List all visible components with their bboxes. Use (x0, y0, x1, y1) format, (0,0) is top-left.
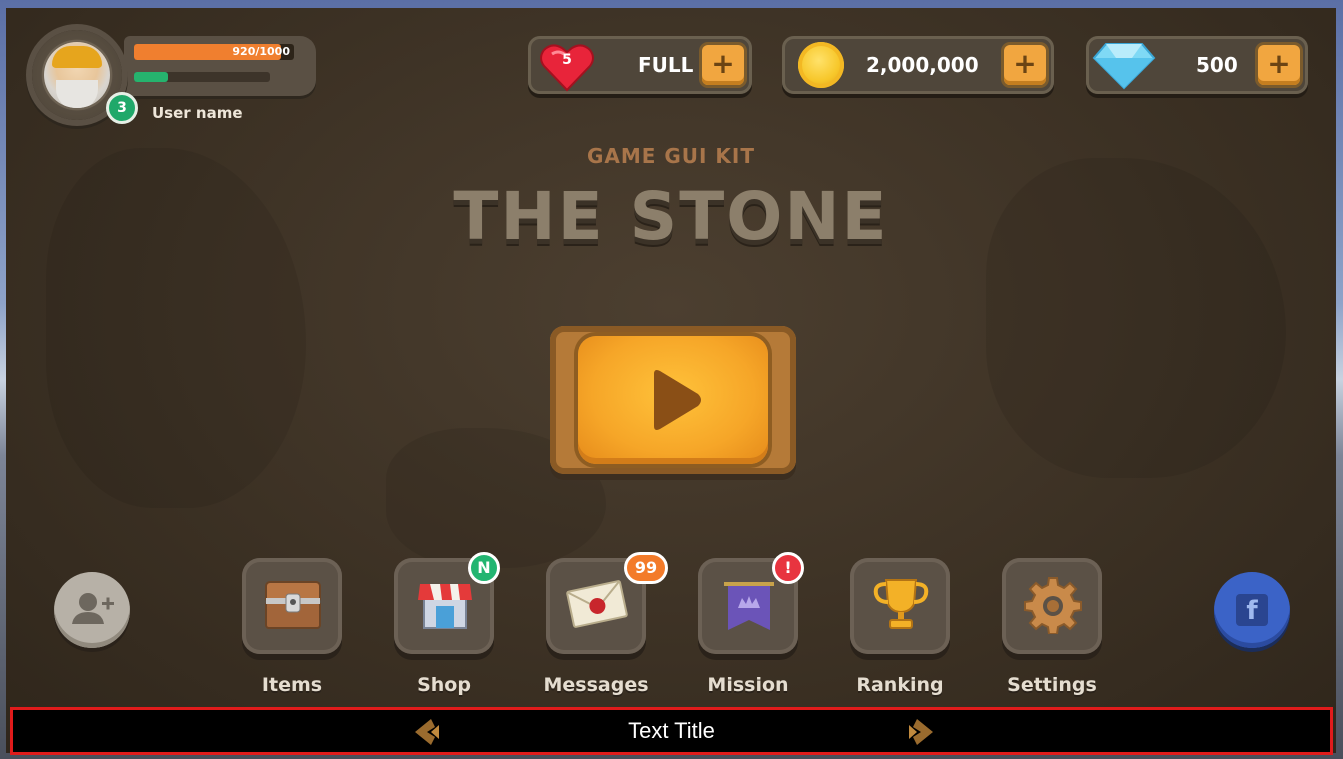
add-user-icon (72, 593, 114, 624)
play-button[interactable] (578, 336, 768, 464)
viking-avatar-icon (44, 42, 110, 108)
add-friend-button[interactable] (54, 572, 130, 648)
shop-icon (418, 584, 472, 629)
items-label: Items (261, 674, 323, 696)
xp-panel: 920/1000 (124, 36, 316, 96)
lives-count: 5 (562, 52, 572, 68)
settings-label: Settings (1007, 674, 1097, 696)
add-lives-button[interactable]: + (702, 45, 744, 85)
game-screen: 920/1000 3 User name 5 FULL + 2,000,000 … (6, 8, 1336, 753)
xp-bar: 920/1000 (134, 44, 294, 60)
kit-subtitle: GAME GUI KIT (586, 144, 756, 168)
level-badge: 3 (106, 92, 138, 124)
settings-tile[interactable] (1002, 558, 1102, 654)
lives-status: FULL (638, 53, 694, 77)
gems-value: 500 (1196, 53, 1238, 77)
diamond-icon (1092, 40, 1156, 90)
bar-title: Text Title (628, 718, 715, 743)
messages-label: Messages (543, 674, 649, 696)
next-arrow-icon[interactable] (905, 717, 939, 747)
envelope-icon (566, 580, 628, 628)
heart-gem-icon: 5 (538, 40, 596, 92)
add-gems-button[interactable]: + (1258, 45, 1300, 85)
facebook-button[interactable]: f (1214, 572, 1290, 648)
ranking-tile[interactable] (850, 558, 950, 654)
bottom-nav-bar: Text Title (10, 707, 1333, 755)
secondary-bar-fill (134, 72, 168, 82)
coins-panel: 2,000,000 + (782, 36, 1054, 94)
treasure-chest-icon (265, 581, 321, 629)
shop-new-badge: N (468, 552, 500, 584)
xp-text: 920/1000 (232, 45, 290, 58)
mission-label: Mission (707, 674, 789, 696)
play-icon (654, 370, 701, 430)
shop-label: Shop (417, 674, 471, 696)
gear-icon (1024, 577, 1082, 634)
facebook-icon: f (1236, 594, 1268, 626)
gems-panel: 500 + (1086, 36, 1308, 94)
banner-icon (724, 582, 774, 630)
mission-alert-badge: ! (772, 552, 804, 584)
play-button-frame (550, 326, 796, 474)
secondary-bar (134, 72, 270, 82)
items-tile[interactable] (242, 558, 342, 654)
coin-icon (798, 42, 844, 88)
lives-panel: 5 FULL + (528, 36, 752, 94)
ranking-label: Ranking (856, 674, 944, 696)
username: User name (152, 104, 243, 122)
game-title: THE STONE (453, 178, 889, 255)
trophy-icon (873, 579, 929, 629)
coins-value: 2,000,000 (866, 53, 979, 77)
add-coins-button[interactable]: + (1004, 45, 1046, 85)
messages-count-badge: 99 (624, 552, 668, 584)
